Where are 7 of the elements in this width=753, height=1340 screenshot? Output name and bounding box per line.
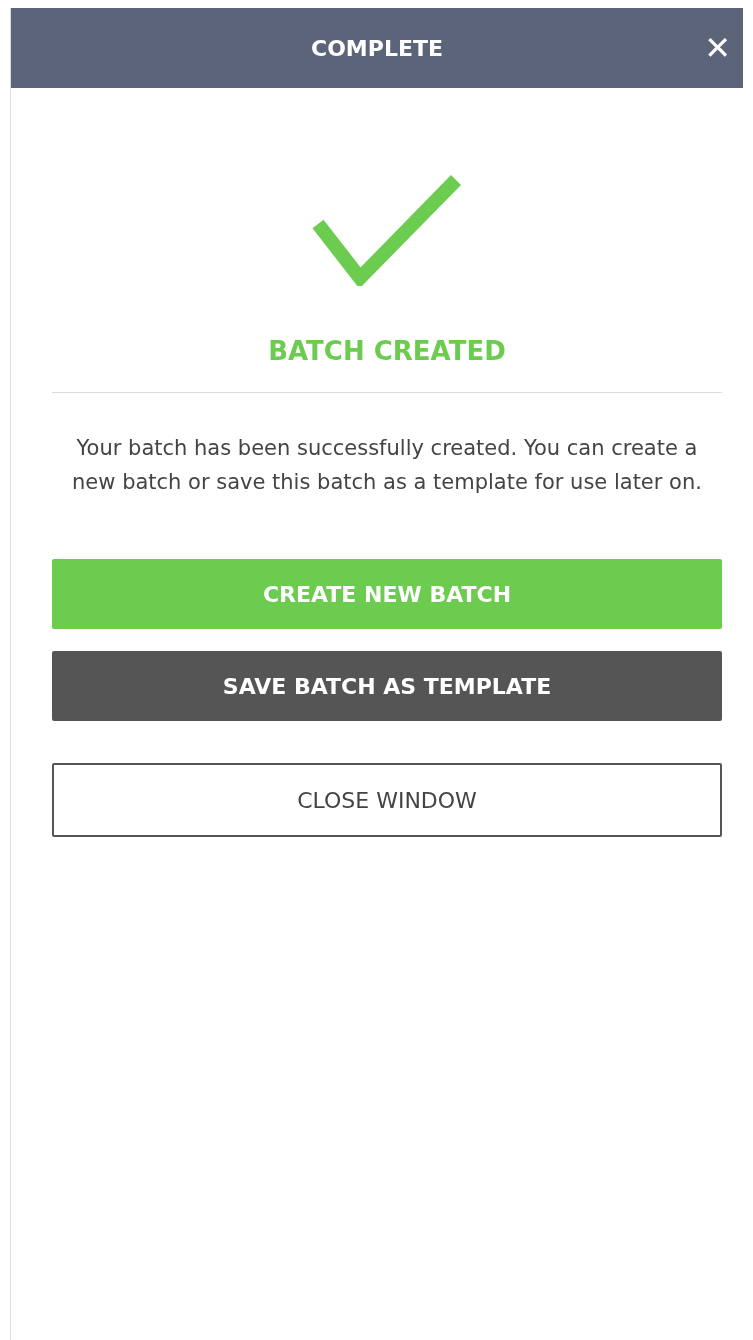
status-message: Your batch has been successfully created. You can create a new batch or save this batch as a template for use later on.	[71, 435, 703, 496]
dialog-title: COMPLETE	[311, 35, 443, 61]
close-window-button[interactable]: CLOSE WINDOW	[52, 763, 722, 837]
checkmark-icon	[312, 174, 462, 286]
status-title: BATCH CREATED	[267, 336, 507, 366]
save-template-button[interactable]: SAVE BATCH AS TEMPLATE	[52, 651, 722, 721]
close-button[interactable]: ✕	[700, 29, 735, 67]
